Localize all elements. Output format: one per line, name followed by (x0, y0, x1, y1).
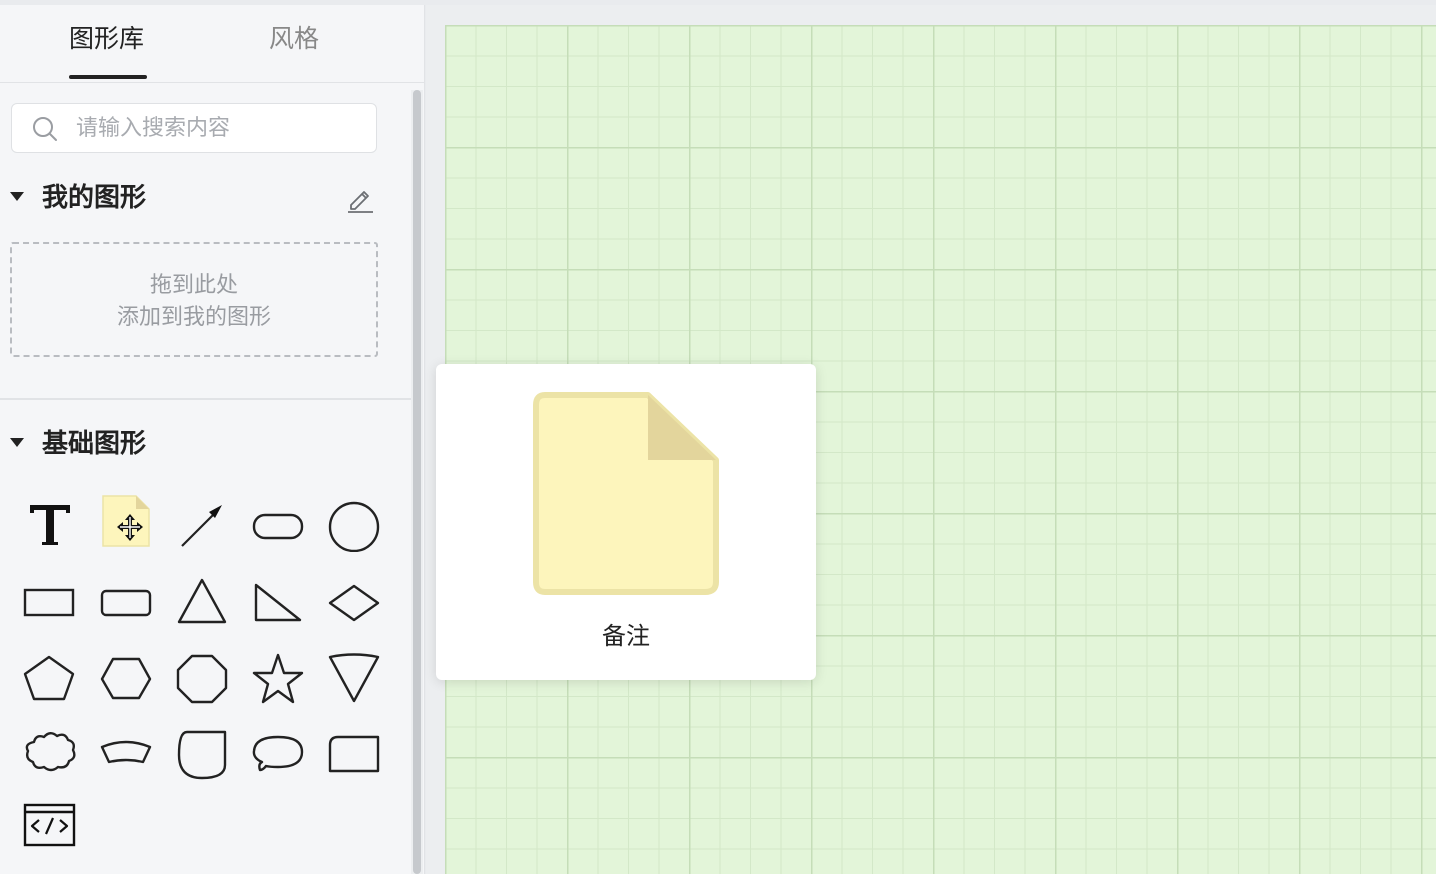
my-shapes-title: 我的图形 (42, 183, 147, 213)
edit-icon[interactable] (346, 185, 374, 217)
tab-rectangle-shape-icon[interactable] (324, 720, 384, 780)
search-input[interactable] (76, 112, 356, 144)
tab-shape-library[interactable]: 图形库 (69, 23, 144, 55)
arrow-line-shape-icon[interactable] (172, 492, 232, 552)
octagon-shape-icon[interactable] (172, 644, 232, 704)
dropzone-line1: 拖到此处 (149, 273, 238, 298)
caret-down-icon[interactable] (10, 438, 24, 447)
tab-style[interactable]: 风格 (269, 23, 319, 55)
section-divider (0, 398, 412, 400)
dropzone-line2: 添加到我的图形 (116, 305, 271, 330)
basic-shapes-header[interactable]: 基础图形 (10, 427, 380, 461)
cloud-shape-icon[interactable] (20, 720, 80, 780)
rounded-pill-shape-icon[interactable] (248, 492, 308, 552)
inverted-triangle-shape-icon[interactable] (324, 644, 384, 704)
scrollbar-thumb[interactable] (413, 90, 421, 874)
panel-tabs: 图形库 风格 (0, 5, 425, 83)
search-box[interactable] (11, 103, 377, 153)
rectangle-shape-icon[interactable] (20, 568, 80, 628)
panel-scrollbar[interactable] (411, 90, 423, 874)
shape-preview-popup: 备注 (436, 364, 816, 680)
half-rounded-square-shape-icon[interactable] (172, 720, 232, 780)
diagram-editor: 图形库 风格 我的图形 拖到此处 添加到我的图形 基础图形 (0, 0, 1436, 874)
search-icon (32, 116, 58, 146)
rounded-rectangle-shape-icon[interactable] (96, 568, 156, 628)
note-preview-icon (533, 392, 719, 600)
triangle-shape-icon[interactable] (172, 568, 232, 628)
caret-down-icon[interactable] (10, 192, 24, 201)
shape-library-panel: 图形库 风格 我的图形 拖到此处 添加到我的图形 基础图形 (0, 5, 425, 874)
text-shape-icon[interactable] (20, 492, 80, 552)
right-triangle-shape-icon[interactable] (248, 568, 308, 628)
speech-bubble-shape-icon[interactable] (248, 720, 308, 780)
circle-shape-icon[interactable] (324, 492, 384, 552)
curved-banner-shape-icon[interactable] (96, 720, 156, 780)
preview-label: 备注 (602, 622, 650, 650)
note-shape-icon[interactable] (96, 492, 156, 552)
active-tab-indicator (69, 75, 147, 79)
my-shapes-dropzone[interactable]: 拖到此处 添加到我的图形 (10, 242, 378, 357)
basic-shapes-title: 基础图形 (42, 429, 147, 459)
my-shapes-header[interactable]: 我的图形 (10, 181, 380, 215)
pentagon-shape-icon[interactable] (20, 644, 80, 704)
hexagon-shape-icon[interactable] (96, 644, 156, 704)
diamond-shape-icon[interactable] (324, 568, 384, 628)
star-shape-icon[interactable] (248, 644, 308, 704)
code-block-shape-icon[interactable] (20, 796, 80, 856)
